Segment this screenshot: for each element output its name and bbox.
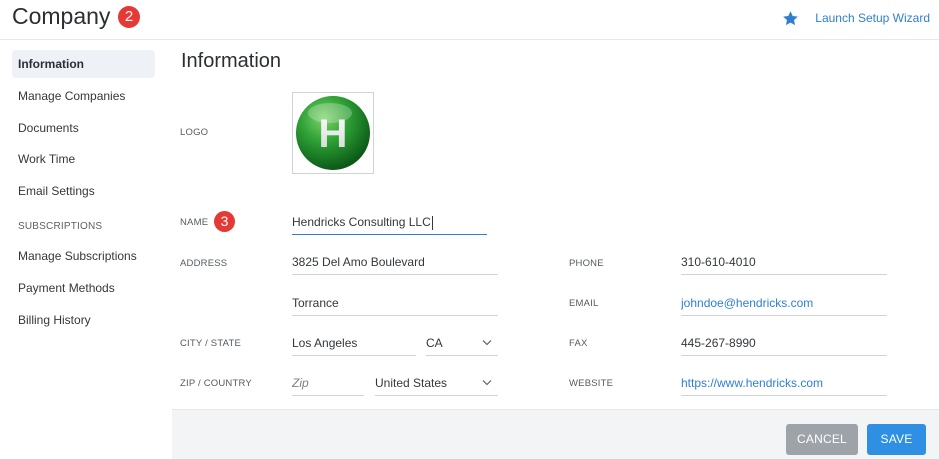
- logo-label: LOGO: [180, 127, 209, 138]
- phone-input[interactable]: 310-610-4010: [681, 249, 887, 275]
- zip-input[interactable]: Zip: [292, 370, 364, 396]
- city-state-label: CITY / STATE: [180, 338, 241, 349]
- star-icon: [783, 10, 799, 25]
- page-title: Information: [181, 50, 282, 72]
- fax-label: FAX: [569, 338, 588, 349]
- sidebar-item-work-time[interactable]: Work Time: [12, 145, 155, 173]
- phone-label: PHONE: [569, 258, 604, 269]
- email-input[interactable]: johndoe@hendricks.com: [681, 290, 887, 316]
- address-line2-input[interactable]: Torrance: [292, 290, 498, 316]
- company-logo[interactable]: H: [292, 92, 374, 174]
- country-value: United States: [375, 376, 448, 390]
- address-label: ADDRESS: [180, 258, 228, 269]
- app-title: Company: [12, 3, 111, 29]
- sidebar-item-billing-history[interactable]: Billing History: [12, 306, 155, 334]
- email-label: EMAIL: [569, 298, 599, 309]
- sidebar-section-subscriptions: SUBSCRIPTIONS: [18, 221, 103, 232]
- save-button[interactable]: SAVE: [867, 424, 926, 455]
- company-name-value: Hendricks Consulting LLC: [292, 215, 431, 229]
- main-content: Information LOGO H NAME 3 Hendricks Cons…: [172, 41, 939, 459]
- sidebar-item-manage-companies[interactable]: Manage Companies: [12, 82, 155, 110]
- fax-input[interactable]: 445-267-8990: [681, 330, 887, 356]
- state-value: CA: [426, 336, 443, 350]
- sidebar-item-information[interactable]: Information: [12, 50, 155, 78]
- text-cursor: [431, 215, 433, 230]
- title-badge: 2: [118, 6, 140, 28]
- zip-country-label: ZIP / COUNTRY: [180, 378, 252, 389]
- company-name-input[interactable]: Hendricks Consulting LLC: [292, 209, 487, 235]
- cancel-button[interactable]: CANCEL: [786, 424, 858, 455]
- website-label: WEBSITE: [569, 378, 614, 389]
- state-select[interactable]: CA: [426, 330, 498, 356]
- sidebar-item-email-settings[interactable]: Email Settings: [12, 177, 155, 205]
- logo-image: H: [296, 96, 370, 170]
- website-input[interactable]: https://www.hendricks.com: [681, 370, 887, 396]
- name-label: NAME: [180, 217, 209, 228]
- launch-setup-wizard-link[interactable]: Launch Setup Wizard: [782, 9, 930, 27]
- chevron-down-icon: [482, 380, 492, 386]
- top-header: Company 2 Launch Setup Wizard: [0, 0, 939, 40]
- address-line1-input[interactable]: 3825 Del Amo Boulevard: [292, 249, 498, 275]
- city-input[interactable]: Los Angeles: [292, 330, 416, 356]
- sidebar-item-manage-subscriptions[interactable]: Manage Subscriptions: [12, 242, 155, 270]
- country-select[interactable]: United States: [375, 370, 498, 396]
- name-badge: 3: [214, 211, 235, 232]
- logo-letter: H: [319, 112, 348, 156]
- sidebar-item-documents[interactable]: Documents: [12, 114, 155, 142]
- chevron-down-icon: [482, 340, 492, 346]
- action-footer: CANCEL SAVE: [172, 409, 939, 459]
- sidebar: Information Manage Companies Documents W…: [0, 41, 171, 459]
- sidebar-item-payment-methods[interactable]: Payment Methods: [12, 274, 155, 302]
- wizard-label[interactable]: Launch Setup Wizard: [815, 11, 930, 25]
